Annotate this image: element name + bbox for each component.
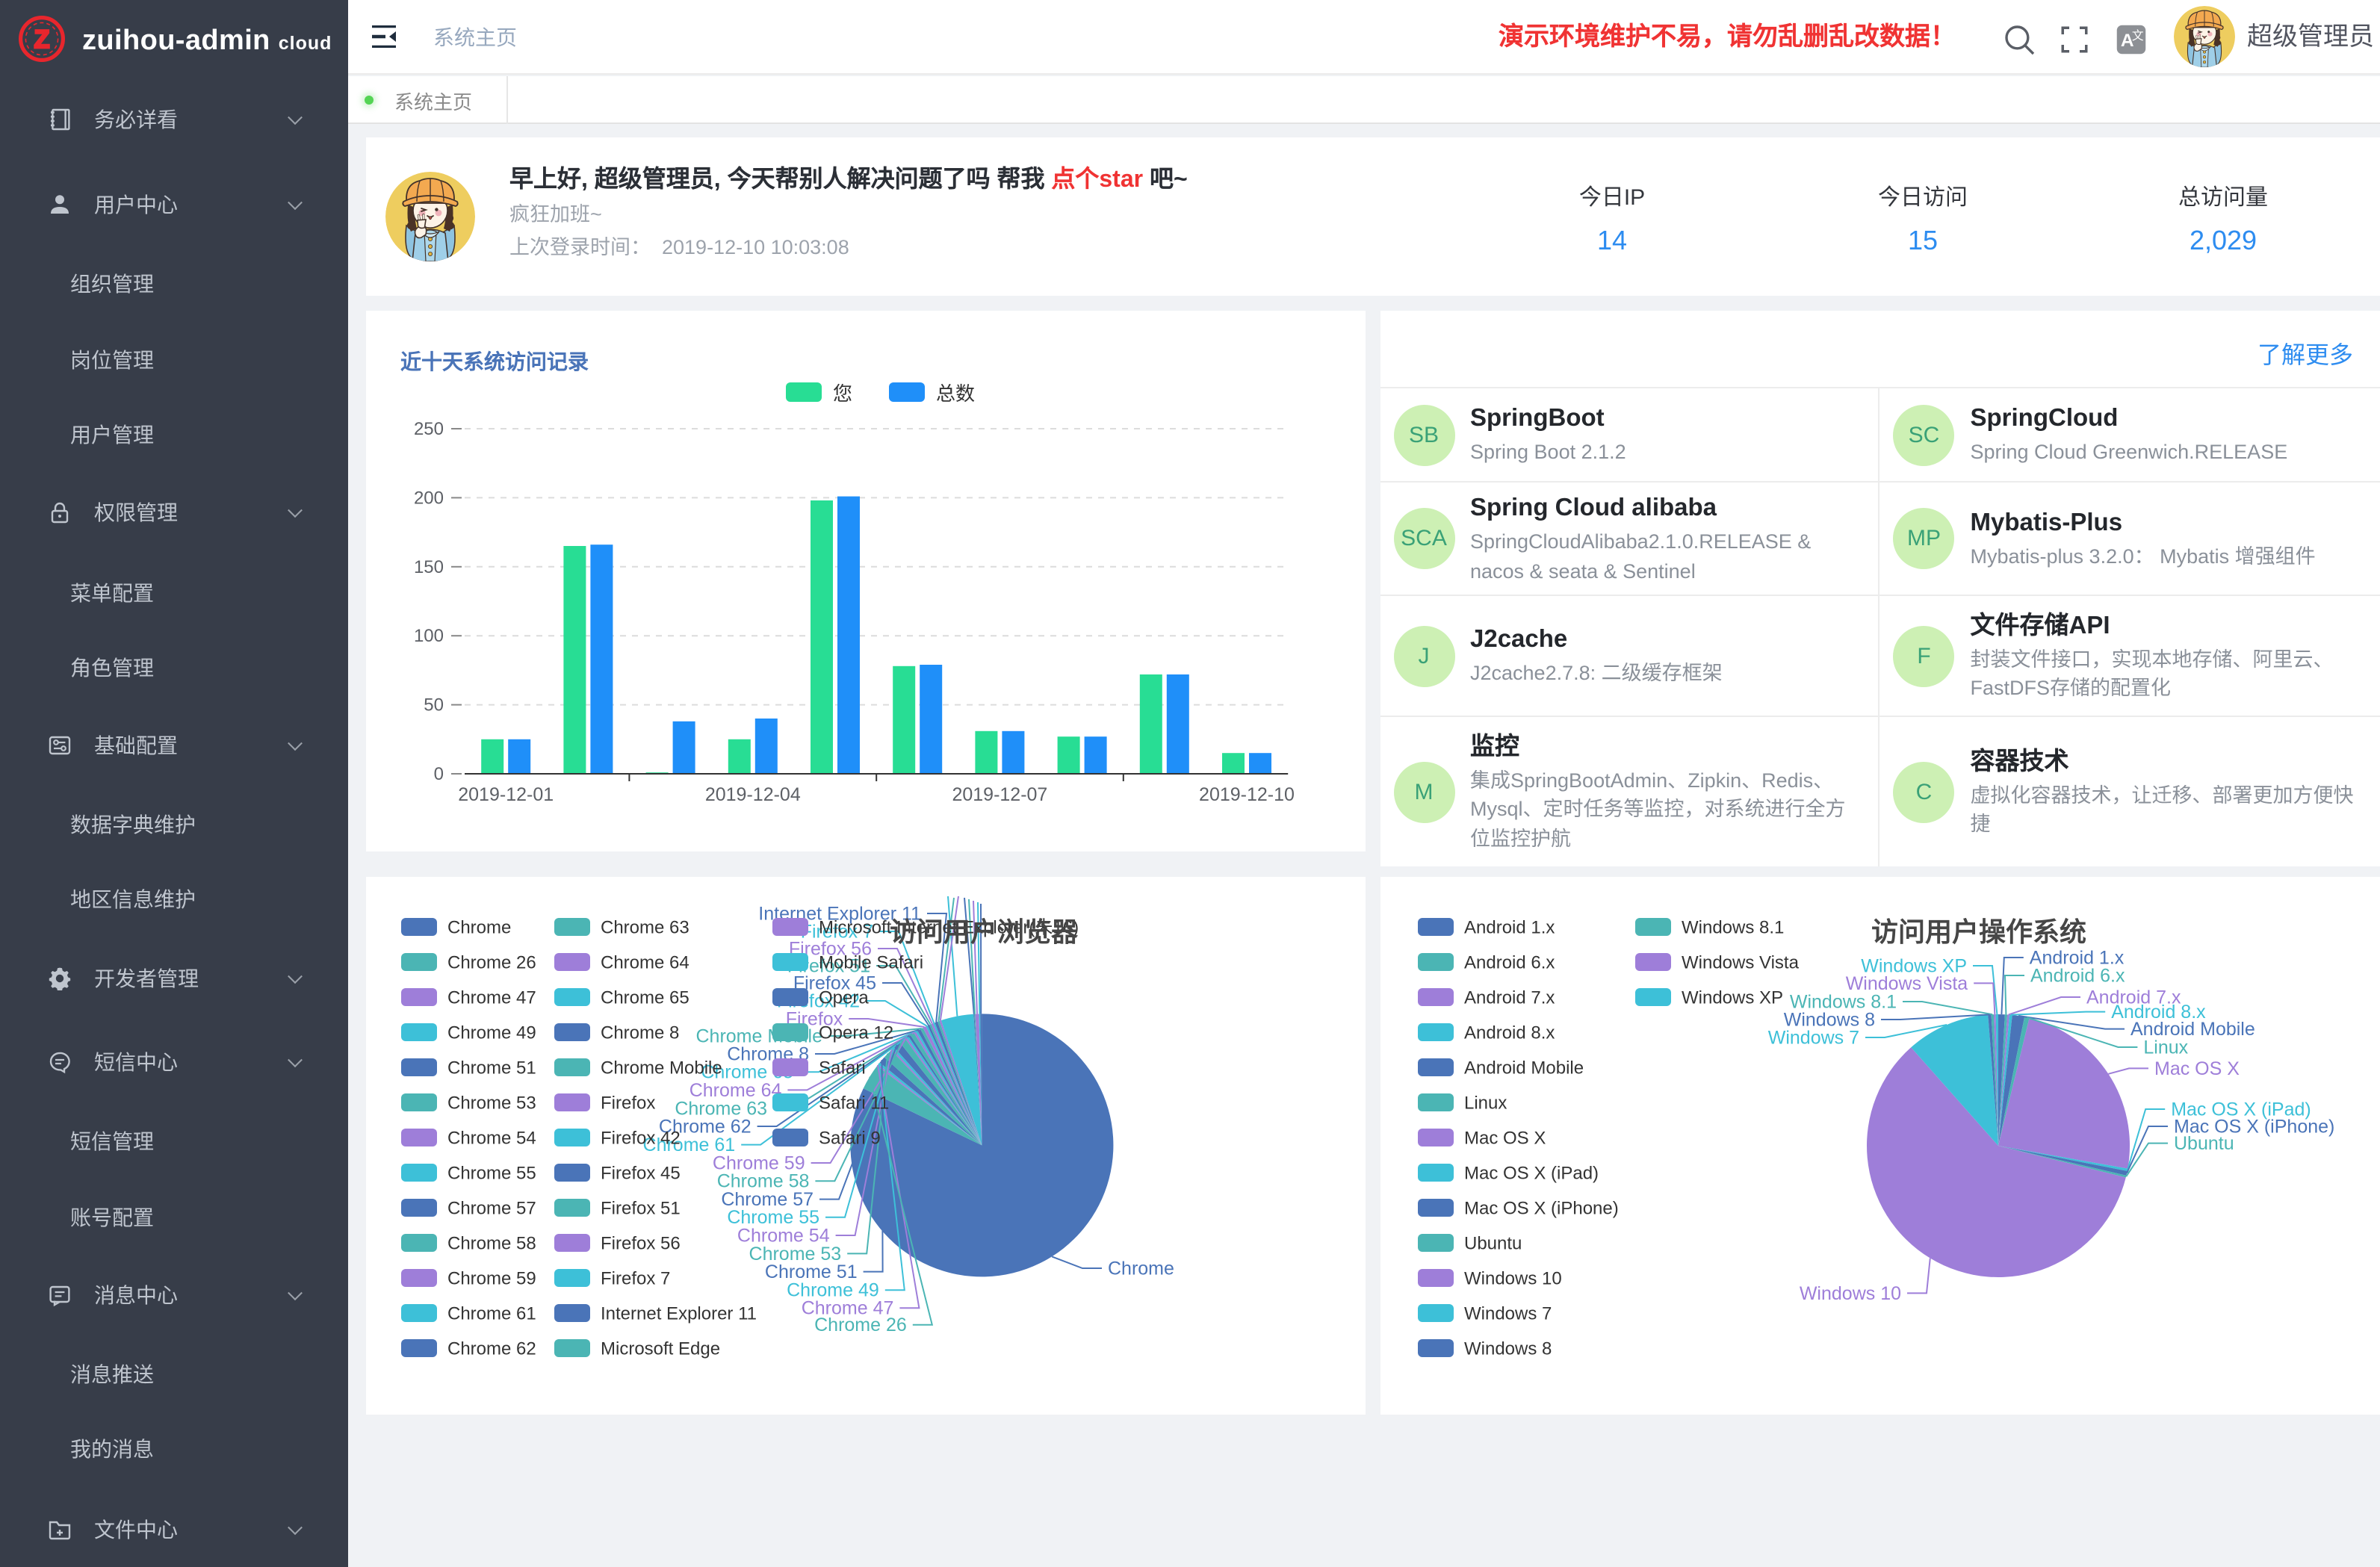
svg-text:访问用户浏览器: 访问用户浏览器 <box>889 916 1078 947</box>
svg-text:Chrome 54: Chrome 54 <box>447 1128 536 1148</box>
svg-text:Android 8.x: Android 8.x <box>1463 1023 1554 1043</box>
svg-text:Mac OS X: Mac OS X <box>2154 1058 2239 1079</box>
svg-text:2019-12-01: 2019-12-01 <box>457 784 553 805</box>
svg-text:Chrome: Chrome <box>447 917 510 937</box>
svg-text:150: 150 <box>413 557 443 577</box>
svg-text:Android 6.x: Android 6.x <box>1463 952 1554 972</box>
svg-text:Mobile Safari: Mobile Safari <box>818 952 923 972</box>
svg-text:Linux: Linux <box>2142 1037 2187 1058</box>
svg-text:Opera: Opera <box>818 987 868 1008</box>
svg-text:Windows 7: Windows 7 <box>1463 1303 1551 1324</box>
svg-text:Windows 7: Windows 7 <box>1767 1027 1859 1048</box>
svg-text:Chrome 26: Chrome 26 <box>814 1315 906 1335</box>
svg-text:Windows 10: Windows 10 <box>1799 1283 1900 1304</box>
svg-text:Android Mobile: Android Mobile <box>1463 1058 1583 1078</box>
svg-text:100: 100 <box>413 626 443 646</box>
svg-text:Firefox 51: Firefox 51 <box>600 1198 680 1218</box>
svg-text:Windows Vista: Windows Vista <box>1681 952 1799 972</box>
svg-text:Chrome 57: Chrome 57 <box>447 1198 536 1218</box>
svg-text:Firefox 42: Firefox 42 <box>600 1128 680 1148</box>
svg-text:Android 7.x: Android 7.x <box>1463 987 1554 1008</box>
svg-text:Safari: Safari <box>818 1058 865 1078</box>
svg-text:Firefox 56: Firefox 56 <box>600 1233 680 1253</box>
svg-text:Windows 8: Windows 8 <box>1463 1338 1551 1359</box>
svg-text:Chrome 58: Chrome 58 <box>447 1233 536 1253</box>
svg-text:250: 250 <box>413 419 443 439</box>
svg-text:Ubuntu: Ubuntu <box>2173 1133 2234 1154</box>
svg-text:Firefox 45: Firefox 45 <box>600 1163 680 1183</box>
svg-text:Chrome 53: Chrome 53 <box>447 1093 536 1113</box>
svg-text:访问用户操作系统: 访问用户操作系统 <box>1871 916 2086 947</box>
svg-text:0: 0 <box>433 764 443 784</box>
svg-text:文: 文 <box>2132 29 2144 43</box>
svg-text:200: 200 <box>413 488 443 508</box>
svg-text:Chrome 62: Chrome 62 <box>447 1338 536 1359</box>
svg-text:Chrome 63: Chrome 63 <box>600 917 689 937</box>
svg-text:Linux: Linux <box>1463 1093 1506 1113</box>
svg-text:Opera 12: Opera 12 <box>818 1023 893 1043</box>
svg-text:50: 50 <box>423 695 443 716</box>
svg-text:Safari 9: Safari 9 <box>818 1128 880 1148</box>
svg-text:Z: Z <box>34 25 50 54</box>
svg-text:Chrome 64: Chrome 64 <box>600 952 689 972</box>
svg-text:Chrome 8: Chrome 8 <box>600 1023 678 1043</box>
svg-text:Chrome 51: Chrome 51 <box>447 1058 536 1078</box>
svg-text:Android 6.x: Android 6.x <box>2030 965 2125 986</box>
svg-text:Firefox: Firefox <box>600 1093 654 1113</box>
svg-text:Mac OS X: Mac OS X <box>1463 1128 1545 1148</box>
svg-text:Mac OS X (iPhone): Mac OS X (iPhone) <box>1463 1198 1618 1218</box>
svg-text:Chrome 59: Chrome 59 <box>447 1268 536 1288</box>
svg-text:Chrome: Chrome <box>1107 1258 1174 1279</box>
svg-text:Firefox 7: Firefox 7 <box>600 1268 669 1288</box>
svg-text:Chrome 65: Chrome 65 <box>600 987 689 1008</box>
svg-text:Windows 8.1: Windows 8.1 <box>1681 917 1783 937</box>
svg-text:Mac OS X (iPad): Mac OS X (iPad) <box>1463 1163 1598 1183</box>
svg-text:Chrome 49: Chrome 49 <box>447 1023 536 1043</box>
svg-text:Safari 11: Safari 11 <box>818 1093 888 1113</box>
svg-text:Chrome Mobile: Chrome Mobile <box>600 1058 722 1078</box>
svg-text:Microsoft Edge: Microsoft Edge <box>600 1338 719 1359</box>
svg-text:Android 1.x: Android 1.x <box>1463 917 1554 937</box>
svg-text:Chrome 55: Chrome 55 <box>447 1163 536 1183</box>
svg-text:Chrome 47: Chrome 47 <box>447 987 536 1008</box>
svg-text:Ubuntu: Ubuntu <box>1463 1233 1521 1253</box>
svg-text:Windows XP: Windows XP <box>1681 987 1782 1008</box>
svg-text:Chrome 61: Chrome 61 <box>447 1303 536 1324</box>
svg-text:2019-12-04: 2019-12-04 <box>704 784 800 805</box>
svg-text:Internet Explorer 11: Internet Explorer 11 <box>600 1303 756 1324</box>
svg-text:Windows 10: Windows 10 <box>1463 1268 1561 1288</box>
svg-text:2019-12-10: 2019-12-10 <box>1198 784 1294 805</box>
svg-text:2019-12-07: 2019-12-07 <box>951 784 1047 805</box>
svg-text:Chrome 26: Chrome 26 <box>447 952 536 972</box>
